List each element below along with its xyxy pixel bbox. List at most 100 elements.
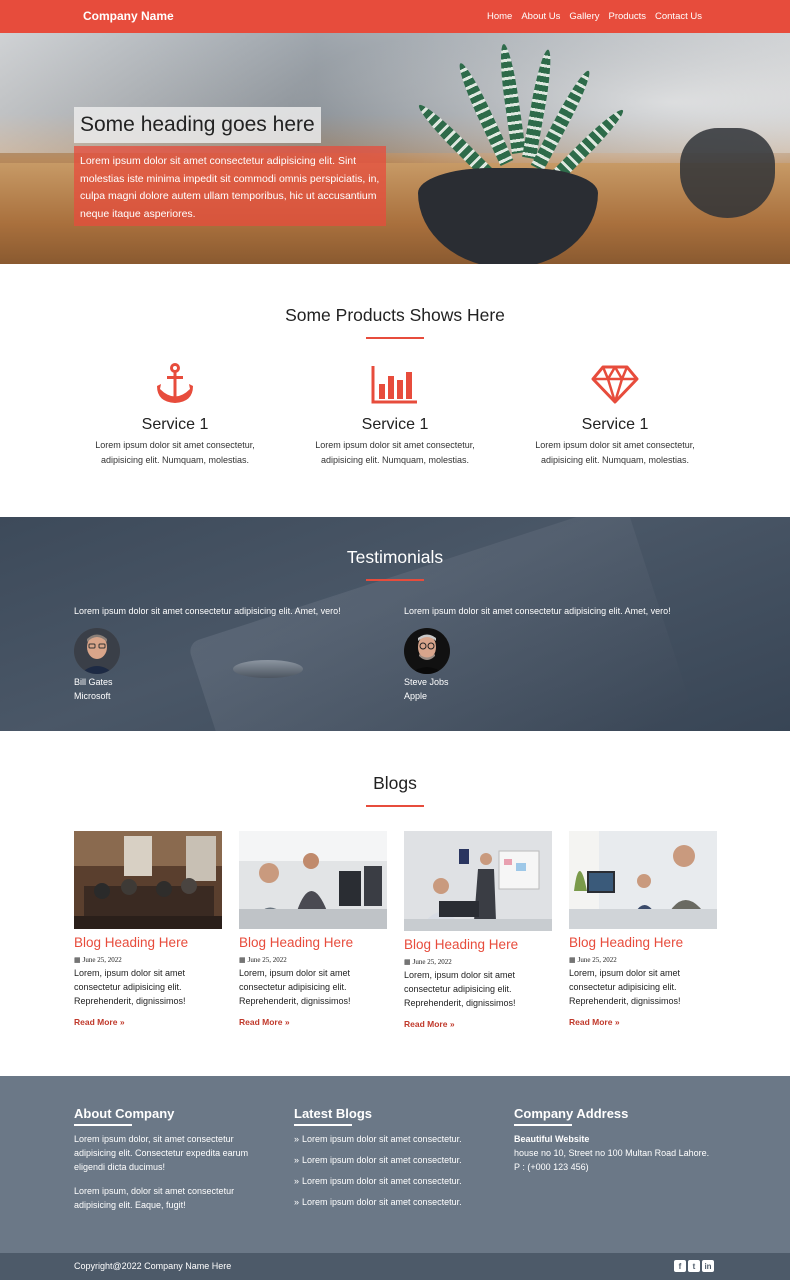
footer-title-underline xyxy=(514,1124,572,1126)
nav-item-home[interactable]: Home xyxy=(487,11,512,22)
footer-blog-link[interactable]: » Lorem ipsum dolor sit amet consectetur. xyxy=(294,1155,494,1165)
calendar-icon: ▦ xyxy=(569,956,576,964)
twitter-icon[interactable]: t xyxy=(688,1260,700,1272)
hero-pot-background xyxy=(680,128,775,218)
blog-date: ▦ June 25, 2022 xyxy=(74,956,122,964)
footer-about-title: About Company xyxy=(74,1106,175,1121)
blog-text: Lorem, ipsum dolor sit amet consectetur … xyxy=(239,968,351,1006)
footer-title-underline xyxy=(74,1124,132,1126)
blog-heading[interactable]: Blog Heading Here xyxy=(239,935,387,950)
footer-blog-link[interactable]: » Lorem ipsum dolor sit amet consectetur. xyxy=(294,1134,494,1144)
double-chevron-right-icon: » xyxy=(284,1017,290,1027)
service-title: Service 1 xyxy=(581,416,649,433)
company-address: house no 10, Street no 100 Multan Road L… xyxy=(514,1148,710,1158)
blog-image[interactable] xyxy=(404,831,552,931)
service-text: Lorem ipsum dolor sit amet consectetur, … xyxy=(315,440,475,465)
blog-date: ▦ June 25, 2022 xyxy=(404,958,452,966)
blog-date: ▦ June 25, 2022 xyxy=(239,956,287,964)
blog-date: ▦ June 25, 2022 xyxy=(569,956,617,964)
service-title: Service 1 xyxy=(141,416,209,433)
testimonial-quote: Lorem ipsum dolor sit amet consectetur a… xyxy=(74,606,341,616)
calendar-icon: ▦ xyxy=(239,956,246,964)
calendar-icon: ▦ xyxy=(74,956,81,964)
double-chevron-right-icon: » xyxy=(294,1197,300,1207)
company-name: Beautiful Website xyxy=(514,1134,590,1144)
blog-text: Lorem, ipsum dolor sit amet consectetur … xyxy=(404,970,516,1008)
double-chevron-right-icon: » xyxy=(294,1155,300,1165)
avatar xyxy=(404,628,450,674)
blog-image[interactable] xyxy=(569,831,717,929)
double-chevron-right-icon: » xyxy=(449,1019,455,1029)
copyright-bar: Copyright@2022 Company Name Here f t in xyxy=(0,1253,790,1280)
blog-text: Lorem, ipsum dolor sit amet consectetur … xyxy=(569,968,681,1006)
service-card: Service 1 Lorem ipsum dolor sit amet con… xyxy=(295,362,495,467)
service-text: Lorem ipsum dolor sit amet consectetur, … xyxy=(535,440,695,465)
blog-image[interactable] xyxy=(239,831,387,929)
avatar xyxy=(74,628,120,674)
read-more-link[interactable]: Read More » xyxy=(404,1019,455,1029)
hero-heading: Some heading goes here xyxy=(74,107,321,143)
company-phone: P : (+000 123 456) xyxy=(514,1162,589,1172)
blogs-title-underline xyxy=(366,805,424,807)
read-more-link[interactable]: Read More » xyxy=(569,1017,620,1027)
read-more-link[interactable]: Read More » xyxy=(74,1017,125,1027)
footer-about-text: Lorem ipsum dolor, sit amet consectetur … xyxy=(74,1134,249,1172)
blog-card: Blog Heading Here ▦ June 25, 2022 Lorem, … xyxy=(569,831,717,1030)
footer-blog-link[interactable]: » Lorem ipsum dolor sit amet consectetur. xyxy=(294,1176,494,1186)
testimonial-quote: Lorem ipsum dolor sit amet consectetur a… xyxy=(404,606,671,616)
diamond-icon xyxy=(515,362,715,406)
linkedin-icon[interactable]: in xyxy=(702,1260,714,1272)
blog-image[interactable] xyxy=(74,831,222,929)
facebook-icon[interactable]: f xyxy=(674,1260,686,1272)
blog-card: Blog Heading Here ▦ June 25, 2022 Lorem, … xyxy=(74,831,222,1030)
footer-address-title: Company Address xyxy=(514,1106,629,1121)
footer: About Company Lorem ipsum dolor, sit ame… xyxy=(0,1076,790,1253)
blogs-title: Blogs xyxy=(373,773,417,793)
background-mouse xyxy=(233,660,303,678)
service-card: Service 1 Lorem ipsum dolor sit amet con… xyxy=(515,362,715,467)
blog-card: Blog Heading Here ▦ June 25, 2022 Lorem, … xyxy=(239,831,387,1030)
read-more-link[interactable]: Read More » xyxy=(239,1017,290,1027)
author-name: Steve Jobs xyxy=(404,677,449,687)
footer-about-text: Lorem ipsum, dolor sit amet consectetur … xyxy=(74,1186,235,1210)
nav-item-products[interactable]: Products xyxy=(609,11,647,22)
blog-heading[interactable]: Blog Heading Here xyxy=(74,935,222,950)
service-title: Service 1 xyxy=(361,416,429,433)
copyright-text: Copyright@2022 Company Name Here xyxy=(74,1261,232,1271)
footer-latest-blogs: Latest Blogs » Lorem ipsum dolor sit amet… xyxy=(294,1106,494,1207)
hero-text: Lorem ipsum dolor sit amet consectetur a… xyxy=(74,146,386,226)
nav-item-about[interactable]: About Us xyxy=(521,11,560,22)
blog-heading[interactable]: Blog Heading Here xyxy=(569,935,717,950)
bar-chart-icon xyxy=(295,362,495,406)
footer-title-underline xyxy=(294,1124,352,1126)
footer-blog-link[interactable]: » Lorem ipsum dolor sit amet consectetur. xyxy=(294,1197,494,1207)
calendar-icon: ▦ xyxy=(404,958,411,966)
products-title: Some Products Shows Here xyxy=(285,305,505,325)
service-text: Lorem ipsum dolor sit amet consectetur, … xyxy=(95,440,255,465)
testimonial-author: Bill Gates Microsoft xyxy=(74,675,113,703)
footer-address: Company Address Beautiful Website house … xyxy=(514,1106,724,1174)
nav-item-contact[interactable]: Contact Us xyxy=(655,11,702,22)
blog-text: Lorem, ipsum dolor sit amet consectetur … xyxy=(74,968,186,1006)
double-chevron-right-icon: » xyxy=(294,1176,300,1186)
service-card: Service 1 Lorem ipsum dolor sit amet con… xyxy=(75,362,275,467)
brand-logo[interactable]: Company Name xyxy=(83,9,174,23)
testimonials-title: Testimonials xyxy=(346,547,444,567)
social-links: f t in xyxy=(674,1260,714,1272)
testimonial-author: Steve Jobs Apple xyxy=(404,675,449,703)
author-company: Microsoft xyxy=(74,691,111,701)
blog-card: Blog Heading Here ▦ June 25, 2022 Lorem, … xyxy=(404,831,552,1032)
double-chevron-right-icon: » xyxy=(294,1134,300,1144)
nav-item-gallery[interactable]: Gallery xyxy=(569,11,599,22)
nav-menu: Home About Us Gallery Products Contact U… xyxy=(487,11,702,22)
products-title-underline xyxy=(366,337,424,339)
author-name: Bill Gates xyxy=(74,677,113,687)
blog-heading[interactable]: Blog Heading Here xyxy=(404,937,552,952)
double-chevron-right-icon: » xyxy=(119,1017,125,1027)
double-chevron-right-icon: » xyxy=(614,1017,620,1027)
navbar: Company Name Home About Us Gallery Produ… xyxy=(0,0,790,33)
footer-about: About Company Lorem ipsum dolor, sit ame… xyxy=(74,1106,264,1212)
author-company: Apple xyxy=(404,691,428,701)
footer-latest-title: Latest Blogs xyxy=(294,1106,373,1121)
anchor-icon xyxy=(75,362,275,406)
